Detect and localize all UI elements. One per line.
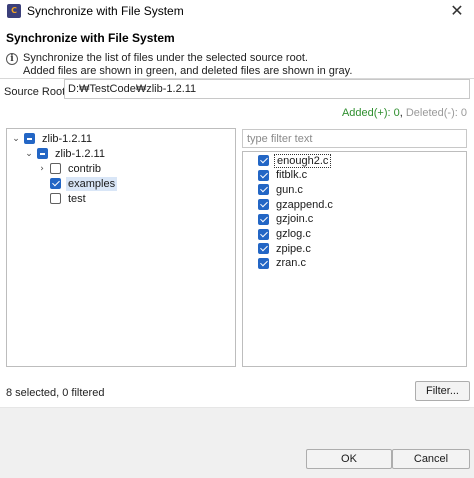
file-label: gzjoin.c [276,213,314,226]
file-list[interactable]: enough2.c fitblk.c gun.c gzappend.c gzjoin.c… [242,151,467,367]
tree-item-checkbox[interactable] [50,178,61,189]
tree-item-checkbox[interactable] [50,163,61,174]
file-checkbox[interactable] [258,213,269,225]
tree-item-label: examples [66,176,118,191]
selection-status: 8 selected, 0 filtered [6,387,105,399]
description-line-2: Added files are shown in green, and dele… [23,65,353,77]
title-bar: C Synchronize with File System ✕ [0,0,474,22]
folder-tree[interactable]: ⌄ zlib-1.2.11 ⌄ zlib-1.2.11 › contrib examples… [6,128,236,367]
app-logo-icon: C [7,4,21,18]
file-checkbox[interactable] [258,184,269,196]
file-list-item[interactable]: gun.c [258,182,305,197]
file-label: gzlog.c [276,228,311,240]
tree-item[interactable]: › contrib [37,161,103,176]
cancel-button[interactable]: Cancel [392,449,470,469]
file-checkbox[interactable] [258,155,269,166]
deleted-count: Deleted(-): 0 [405,107,467,119]
window-title: Synchronize with File System [27,4,184,18]
file-list-item[interactable]: enough2.c [258,153,332,168]
filter-input[interactable] [242,129,467,148]
description-line-1: Synchronize the list of files under the … [23,52,308,64]
file-label: fitblk.c [276,169,308,182]
chevron-down-icon[interactable]: ⌄ [11,133,21,145]
chevron-right-icon[interactable]: › [37,163,47,175]
file-checkbox[interactable] [258,169,269,181]
source-root-field[interactable]: D:₩TestCode₩zlib-1.2.11 [64,79,470,99]
file-list-item[interactable]: gzjoin.c [258,212,315,227]
dialog-title: Synchronize with File System [6,31,175,45]
file-list-item[interactable]: fitblk.c [258,168,309,183]
close-icon[interactable]: ✕ [440,0,474,22]
tree-item-label: zlib-1.2.11 [55,147,105,160]
file-checkbox[interactable] [258,199,269,211]
tree-item-checkbox[interactable] [37,148,48,159]
file-label: zpipe.c [276,242,311,255]
tree-item-checkbox[interactable] [24,133,35,144]
tree-item[interactable]: ⌄ zlib-1.2.11 [11,131,94,146]
dialog-header: Synchronize with File System i Synchroni… [0,22,474,78]
tree-item-checkbox[interactable] [50,193,61,204]
info-icon: i [6,53,18,65]
file-label: gzappend.c [276,198,333,211]
source-root-label: Source Root: [4,86,69,98]
tree-item-label: zlib-1.2.11 [42,132,92,145]
chevron-down-icon[interactable]: ⌄ [24,148,34,160]
file-checkbox[interactable] [258,228,269,240]
added-count: Added(+): 0 [341,107,400,119]
file-list-item[interactable]: gzappend.c [258,197,335,212]
file-list-item[interactable]: zran.c [258,256,308,271]
tree-item-label: contrib [68,162,102,175]
file-checkbox[interactable] [258,243,269,255]
filter-button[interactable]: Filter... [415,381,470,401]
change-counts: Added(+): 0, Deleted(-): 0 [342,107,467,119]
tree-item-label: test [68,192,86,205]
file-label: gun.c [276,183,303,196]
file-checkbox[interactable] [258,257,269,269]
file-label: enough2.c [274,153,332,168]
tree-item[interactable]: test [37,191,88,206]
file-list-item[interactable]: gzlog.c [258,227,313,242]
ok-button[interactable]: OK [306,449,392,469]
file-list-item[interactable]: zpipe.c [258,241,313,256]
tree-item[interactable]: ⌄ zlib-1.2.11 [24,146,107,161]
tree-item[interactable]: examples [37,176,118,191]
file-label: zran.c [276,257,306,270]
